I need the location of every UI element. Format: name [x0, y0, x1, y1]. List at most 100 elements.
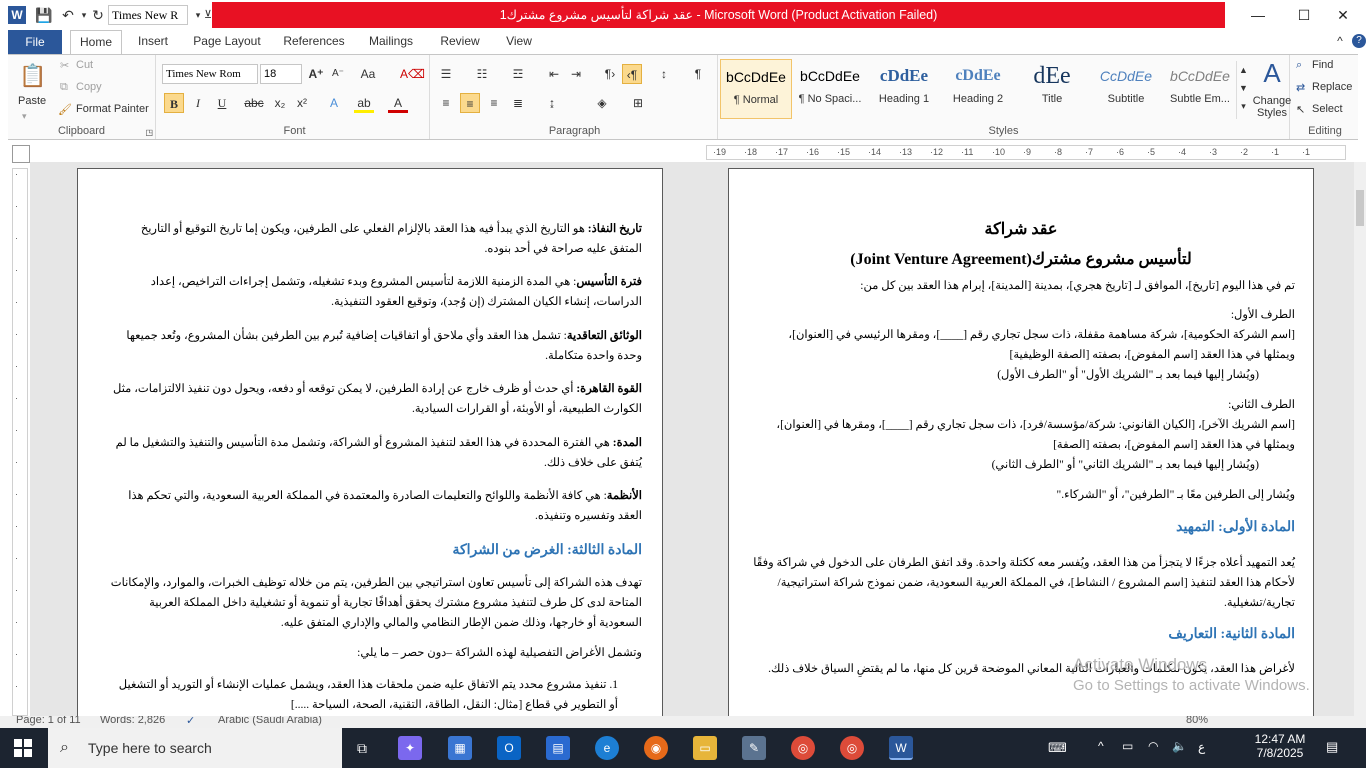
- copy-button[interactable]: Copy: [76, 81, 102, 93]
- battery-icon[interactable]: ▭: [1122, 739, 1133, 753]
- line-spacing-icon[interactable]: ↨: [542, 93, 562, 113]
- scrollbar-thumb[interactable]: [1356, 190, 1364, 226]
- strikethrough-icon[interactable]: abc: [244, 93, 264, 113]
- language-indicator[interactable]: Arabic (Saudi Arabia): [218, 716, 322, 726]
- firefox-icon[interactable]: ◉: [644, 736, 668, 760]
- select-icon[interactable]: ↖: [1296, 103, 1305, 116]
- keyboard-icon[interactable]: ⌨: [1048, 740, 1067, 756]
- tab-home[interactable]: Home: [70, 30, 122, 54]
- align-center-icon[interactable]: ≡: [460, 93, 480, 113]
- cut-icon[interactable]: ✂: [60, 59, 69, 72]
- sort-icon[interactable]: ↕: [654, 64, 674, 84]
- copy-icon[interactable]: ⧉: [60, 81, 68, 94]
- style-subtitle[interactable]: CcDdEe Subtitle: [1090, 59, 1162, 119]
- taskbar-search-box[interactable]: ⌕ Type here to search: [48, 728, 342, 768]
- tab-references[interactable]: References: [278, 30, 350, 54]
- font-size-select[interactable]: 18: [260, 64, 302, 84]
- cut-button[interactable]: Cut: [76, 59, 93, 71]
- chrome-icon[interactable]: ◎: [791, 736, 815, 760]
- show-formatting-icon[interactable]: ¶: [688, 64, 708, 84]
- vertical-scrollbar[interactable]: [1354, 162, 1366, 716]
- tab-file[interactable]: File: [8, 30, 62, 54]
- styles-scroll-icon[interactable]: ▲ ▼ ▾: [1236, 61, 1250, 119]
- edge-icon[interactable]: e: [595, 736, 619, 760]
- style-title[interactable]: dEe Title: [1016, 59, 1088, 119]
- align-left-icon[interactable]: ≡: [436, 93, 456, 113]
- font-color-icon[interactable]: A: [388, 93, 408, 113]
- style-normal[interactable]: bCcDdEe ¶ Normal: [720, 59, 792, 119]
- grow-font-icon[interactable]: A⁺: [306, 64, 326, 84]
- chrome-icon-2[interactable]: ◎: [840, 736, 864, 760]
- word-count[interactable]: Words: 2,826: [100, 716, 165, 726]
- collapse-ribbon-icon[interactable]: ^: [1332, 30, 1348, 54]
- format-painter-button[interactable]: Format Painter: [76, 103, 149, 115]
- save-icon[interactable]: 💾: [34, 5, 54, 25]
- close-icon[interactable]: ✕: [1320, 0, 1366, 30]
- multilevel-list-icon[interactable]: ☲: [508, 64, 528, 84]
- copilot-icon[interactable]: ✦: [398, 736, 422, 760]
- redo-icon[interactable]: ↻: [88, 5, 108, 25]
- page-2[interactable]: تاريخ النفاذ: هو التاريخ الذي يبدأ فيه ه…: [77, 168, 663, 716]
- tab-selector[interactable]: [12, 145, 30, 163]
- horizontal-ruler[interactable]: ·19 ·18 ·17 ·16 ·15 ·14 ·13 ·12 ·11 ·10 ·9 ·8 ·7 ·6 ·5…: [706, 145, 1346, 160]
- file-explorer-icon[interactable]: ▭: [693, 736, 717, 760]
- paste-dropdown-icon[interactable]: ▾: [22, 111, 27, 122]
- windows-start-icon[interactable]: [14, 739, 32, 757]
- decrease-indent-icon[interactable]: ⇤: [544, 64, 564, 84]
- tab-mailings[interactable]: Mailings: [363, 30, 419, 54]
- tab-view[interactable]: View: [499, 30, 539, 54]
- replace-button[interactable]: Replace: [1312, 81, 1352, 93]
- subscript-icon[interactable]: x₂: [270, 93, 290, 113]
- tab-insert[interactable]: Insert: [130, 30, 176, 54]
- font-name-select[interactable]: Times New Rom: [162, 64, 258, 84]
- borders-icon[interactable]: ⊞: [628, 93, 648, 113]
- paste-icon[interactable]: 📋: [18, 59, 48, 93]
- italic-icon[interactable]: I: [188, 93, 208, 113]
- paste-button[interactable]: Paste: [18, 95, 46, 107]
- underline-icon[interactable]: U: [212, 93, 232, 113]
- justify-icon[interactable]: ≣: [508, 93, 528, 113]
- document-area[interactable]: تاريخ النفاذ: هو التاريخ الذي يبدأ فيه ه…: [30, 162, 1358, 716]
- increase-indent-icon[interactable]: ⇥: [566, 64, 586, 84]
- notifications-icon[interactable]: ▤: [1326, 739, 1338, 755]
- change-styles-button[interactable]: Change Styles: [1250, 95, 1294, 119]
- help-icon[interactable]: ?: [1352, 34, 1366, 48]
- numbering-icon[interactable]: ☷: [472, 64, 492, 84]
- zoom-level[interactable]: 80%: [1186, 716, 1208, 726]
- app-icon-2[interactable]: ✎: [742, 736, 766, 760]
- highlight-icon[interactable]: ab: [354, 93, 374, 113]
- tray-expand-icon[interactable]: ^: [1098, 739, 1104, 753]
- shrink-font-icon[interactable]: A⁻: [328, 64, 348, 84]
- page-count[interactable]: Page: 1 of 11: [16, 716, 81, 726]
- format-painter-icon[interactable]: 🖌: [58, 103, 72, 116]
- store-icon[interactable]: ▦: [448, 736, 472, 760]
- change-case-icon[interactable]: Aa: [358, 64, 378, 84]
- volume-icon[interactable]: 🔈: [1172, 739, 1187, 753]
- style-subtle-emphasis[interactable]: bCcDdEe Subtle Em...: [1164, 59, 1236, 119]
- language-tray[interactable]: ع: [1198, 740, 1205, 754]
- ltr-icon[interactable]: ¶›: [600, 64, 620, 84]
- task-view-icon[interactable]: ⧉: [350, 736, 374, 760]
- minimize-icon[interactable]: —: [1235, 0, 1281, 30]
- bullets-icon[interactable]: ☰: [436, 64, 456, 84]
- clipboard-launcher-icon[interactable]: ◳: [145, 128, 153, 137]
- style-heading-1[interactable]: cDdEe Heading 1: [868, 59, 940, 119]
- word-logo-icon[interactable]: W: [8, 6, 26, 24]
- outlook-icon[interactable]: O: [497, 736, 521, 760]
- clock[interactable]: 12:47 AM 7/8/2025: [1248, 732, 1312, 760]
- shading-icon[interactable]: ◈: [592, 93, 612, 113]
- rtl-icon[interactable]: ‹¶: [622, 64, 642, 84]
- tab-page-layout[interactable]: Page Layout: [190, 30, 264, 54]
- page-1[interactable]: عقد شراكة لتأسيس مشروع مشترك(Joint Ventu…: [728, 168, 1314, 716]
- clear-formatting-icon[interactable]: A⌫: [400, 64, 425, 84]
- find-icon[interactable]: ⌕: [1296, 59, 1302, 72]
- text-effects-icon[interactable]: A: [324, 93, 344, 113]
- bold-icon[interactable]: B: [164, 93, 184, 113]
- select-button[interactable]: Select: [1312, 103, 1343, 115]
- find-button[interactable]: Find: [1312, 59, 1333, 71]
- vertical-ruler[interactable]: · · · · · · · · · · · · · · · · ·: [12, 168, 28, 716]
- proofing-icon[interactable]: ✓: [186, 716, 195, 727]
- style-heading-2[interactable]: cDdEe Heading 2: [942, 59, 1014, 119]
- quick-access-font-field[interactable]: Times New R: [108, 5, 188, 25]
- replace-icon[interactable]: ⇄: [1296, 81, 1305, 94]
